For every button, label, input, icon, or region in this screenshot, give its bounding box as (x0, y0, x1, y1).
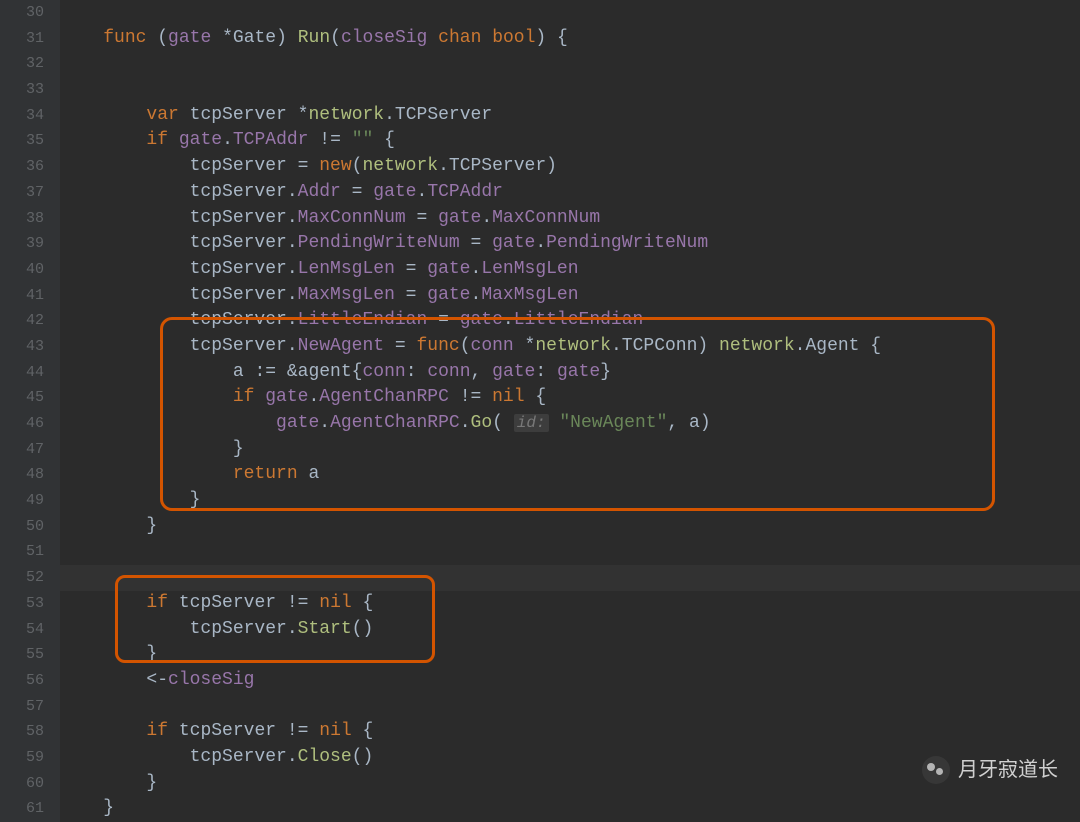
line-number: 46 (0, 411, 44, 437)
watermark: 月牙寂道长 (922, 756, 1058, 784)
line-number: 55 (0, 642, 44, 668)
line-number: 42 (0, 308, 44, 334)
code-line[interactable]: if tcpServer != nil { (60, 591, 1080, 617)
line-number: 32 (0, 51, 44, 77)
line-number: 37 (0, 180, 44, 206)
line-number: 33 (0, 77, 44, 103)
line-number: 40 (0, 257, 44, 283)
line-number: 38 (0, 206, 44, 232)
watermark-text: 月牙寂道长 (958, 757, 1058, 783)
line-number: 44 (0, 360, 44, 386)
line-number: 58 (0, 719, 44, 745)
code-line[interactable]: return a (60, 462, 1080, 488)
code-editor[interactable]: 3031323334353637383940414243444546474849… (0, 0, 1080, 822)
line-number: 60 (0, 771, 44, 797)
line-number: 47 (0, 437, 44, 463)
line-number: 31 (0, 26, 44, 52)
code-line[interactable]: gate.AgentChanRPC.Go( id: "NewAgent", a) (60, 411, 1080, 437)
code-line[interactable]: tcpServer.MaxMsgLen = gate.MaxMsgLen (60, 283, 1080, 309)
wechat-icon (922, 756, 950, 784)
code-line[interactable]: tcpServer.NewAgent = func(conn *network.… (60, 334, 1080, 360)
line-number: 39 (0, 231, 44, 257)
code-line[interactable]: <-closeSig (60, 668, 1080, 694)
code-line[interactable] (60, 539, 1080, 565)
line-number: 53 (0, 591, 44, 617)
code-line[interactable] (60, 694, 1080, 720)
code-line[interactable]: tcpServer.LittleEndian = gate.LittleEndi… (60, 308, 1080, 334)
line-number: 35 (0, 128, 44, 154)
code-line[interactable] (60, 77, 1080, 103)
code-line[interactable]: } (60, 796, 1080, 822)
line-number: 30 (0, 0, 44, 26)
line-number: 45 (0, 385, 44, 411)
code-line[interactable]: } (60, 488, 1080, 514)
code-line[interactable]: } (60, 514, 1080, 540)
line-number-gutter: 3031323334353637383940414243444546474849… (0, 0, 60, 822)
param-hint: id: (514, 414, 549, 432)
code-line[interactable] (60, 51, 1080, 77)
code-line[interactable]: tcpServer.Start() (60, 617, 1080, 643)
code-line[interactable] (60, 0, 1080, 26)
line-number: 52 (0, 565, 44, 591)
code-area[interactable]: func (gate *Gate) Run(closeSig chan bool… (60, 0, 1080, 822)
code-line[interactable]: var tcpServer *network.TCPServer (60, 103, 1080, 129)
line-number: 41 (0, 283, 44, 309)
line-number: 36 (0, 154, 44, 180)
line-number: 50 (0, 514, 44, 540)
line-number: 34 (0, 103, 44, 129)
code-line[interactable]: tcpServer = new(network.TCPServer) (60, 154, 1080, 180)
line-number: 56 (0, 668, 44, 694)
line-number: 54 (0, 617, 44, 643)
code-line[interactable]: func (gate *Gate) Run(closeSig chan bool… (60, 26, 1080, 52)
code-line[interactable]: } (60, 642, 1080, 668)
code-line[interactable]: if gate.AgentChanRPC != nil { (60, 385, 1080, 411)
line-number: 61 (0, 796, 44, 822)
line-number: 48 (0, 462, 44, 488)
line-number: 57 (0, 694, 44, 720)
line-number: 51 (0, 539, 44, 565)
code-line[interactable]: a := &agent{conn: conn, gate: gate} (60, 360, 1080, 386)
code-line[interactable]: tcpServer.PendingWriteNum = gate.Pending… (60, 231, 1080, 257)
code-line[interactable]: if gate.TCPAddr != "" { (60, 128, 1080, 154)
line-number: 59 (0, 745, 44, 771)
code-line[interactable]: tcpServer.LenMsgLen = gate.LenMsgLen (60, 257, 1080, 283)
line-number: 43 (0, 334, 44, 360)
code-line[interactable]: if tcpServer != nil { (60, 719, 1080, 745)
code-line[interactable]: tcpServer.MaxConnNum = gate.MaxConnNum (60, 206, 1080, 232)
code-line[interactable]: tcpServer.Addr = gate.TCPAddr (60, 180, 1080, 206)
code-line[interactable]: } (60, 437, 1080, 463)
line-number: 49 (0, 488, 44, 514)
